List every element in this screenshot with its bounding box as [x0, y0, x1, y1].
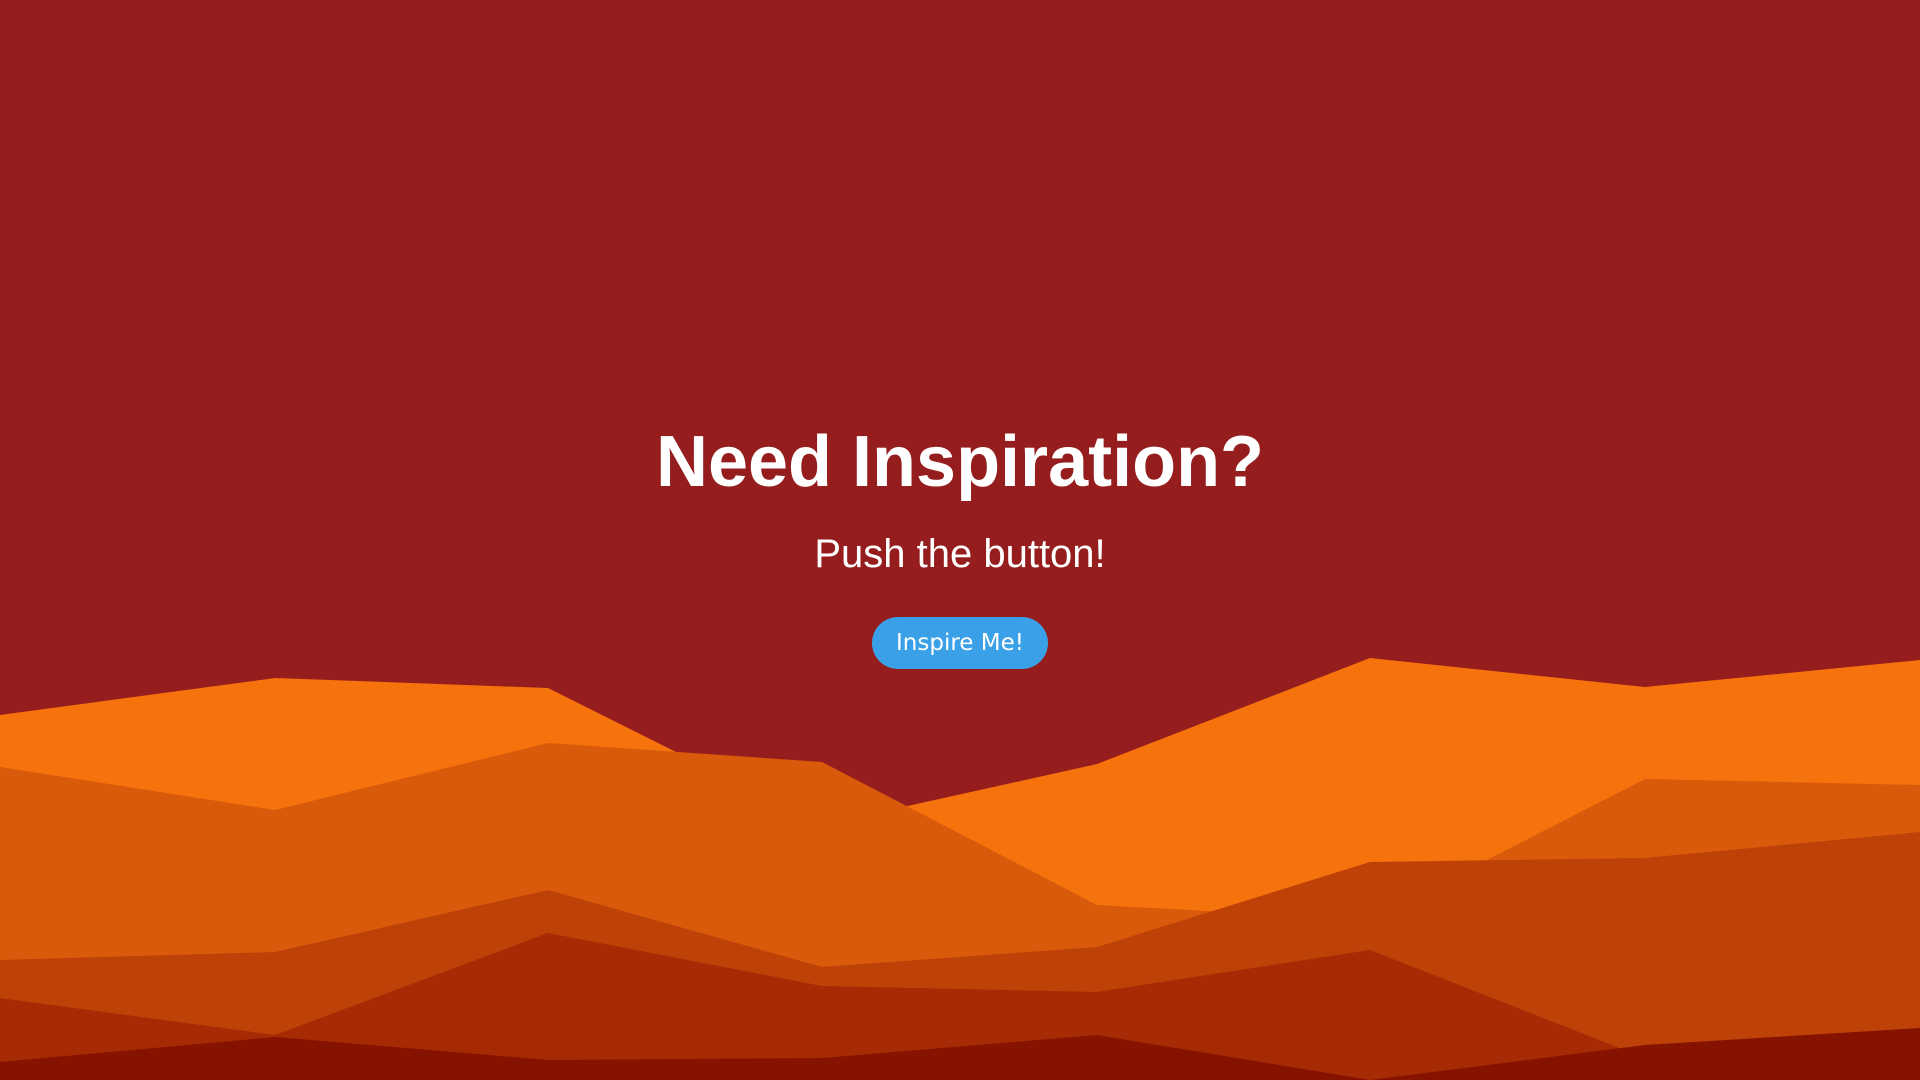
page-root: Need Inspiration? Push the button! Inspi… [0, 0, 1920, 1080]
hero-subtitle: Push the button! [814, 532, 1106, 576]
inspire-me-button[interactable]: Inspire Me! [872, 617, 1048, 669]
hero-title: Need Inspiration? [655, 422, 1265, 502]
hero-section: Need Inspiration? Push the button! Inspi… [0, 0, 1920, 1080]
